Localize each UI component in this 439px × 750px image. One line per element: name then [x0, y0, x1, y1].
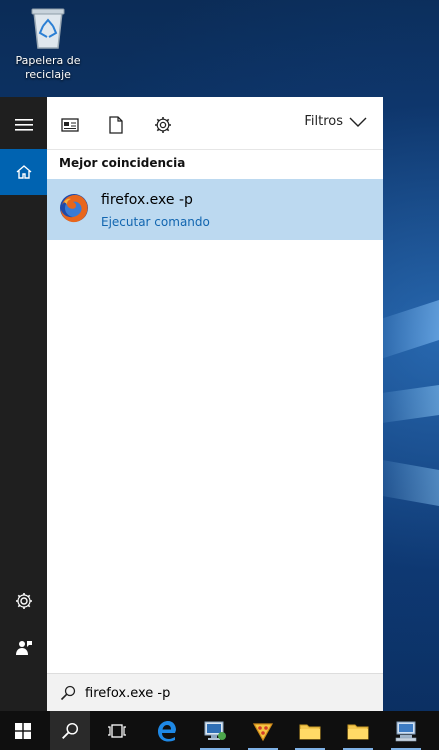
filters-label: Filtros — [304, 114, 343, 129]
recycle-bin-icon — [28, 6, 68, 50]
hamburger-menu-button[interactable] — [0, 105, 47, 145]
settings-button[interactable] — [0, 581, 47, 621]
gear-icon — [15, 593, 32, 609]
search-panel: Filtros Mejor coincidencia firefox.exe -… — [47, 97, 383, 712]
search-toolbar: Filtros — [47, 97, 383, 150]
search-icon — [62, 722, 79, 739]
start-left-rail — [0, 97, 47, 711]
section-title: Mejor coincidencia — [59, 156, 186, 170]
folder-icon — [299, 724, 321, 739]
pizza-icon — [252, 722, 274, 741]
folder-icon — [347, 724, 369, 739]
network-computer-icon — [395, 721, 417, 741]
edge-icon — [158, 720, 176, 741]
result-subtitle: Ejecutar comando — [101, 215, 210, 229]
home-button[interactable] — [0, 149, 47, 195]
recycle-bin-label: Papelera de reciclaje — [15, 54, 81, 81]
remote-desktop-icon — [204, 721, 226, 740]
result-title: firefox.exe -p — [101, 192, 193, 208]
taskbar-file-explorer[interactable] — [290, 711, 330, 750]
windows-logo-icon — [15, 722, 31, 739]
taskbar-search-button[interactable] — [50, 711, 90, 750]
taskbar-edge[interactable] — [147, 711, 187, 750]
search-input[interactable] — [85, 683, 365, 703]
taskbar-folder[interactable] — [338, 711, 378, 750]
feedback-person-icon — [15, 641, 32, 655]
search-box[interactable] — [47, 673, 383, 712]
recycle-bin[interactable]: Papelera de reciclaje — [8, 6, 88, 82]
hamburger-icon — [14, 119, 33, 131]
document-icon — [109, 116, 123, 134]
gear-icon — [155, 117, 171, 133]
taskbar-remote-desktop[interactable] — [195, 711, 235, 750]
feedback-button[interactable] — [0, 627, 47, 669]
taskbar — [0, 711, 439, 750]
documents-filter-button[interactable] — [106, 115, 126, 135]
apps-filter-button[interactable] — [60, 115, 80, 135]
task-view-icon — [108, 723, 126, 738]
best-match-result[interactable]: firefox.exe -p Ejecutar comando — [47, 179, 383, 240]
taskbar-pinned-app[interactable] — [243, 711, 283, 750]
search-icon — [60, 685, 76, 701]
taskbar-network-app[interactable] — [386, 711, 426, 750]
firefox-icon — [59, 193, 89, 223]
chevron-down-icon — [349, 117, 367, 127]
start-button[interactable] — [3, 711, 43, 750]
settings-filter-button[interactable] — [153, 115, 173, 135]
filters-dropdown[interactable]: Filtros — [304, 114, 367, 129]
home-icon — [16, 165, 31, 179]
task-view-button[interactable] — [97, 711, 137, 750]
app-window-icon — [61, 118, 79, 132]
